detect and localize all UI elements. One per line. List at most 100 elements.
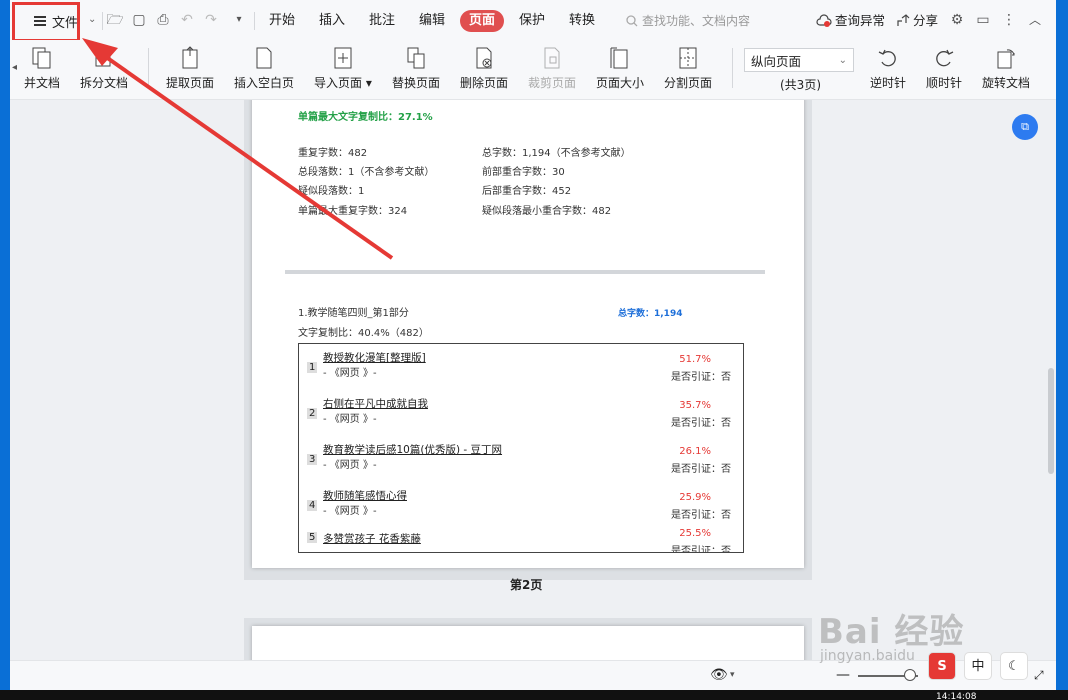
- feedback-icon[interactable]: ▭: [974, 11, 992, 29]
- divider: [148, 48, 149, 88]
- page-number-label: 第2页: [510, 578, 543, 592]
- more-vertical-icon[interactable]: ⋮: [1000, 11, 1018, 29]
- redo-icon[interactable]: ↷: [202, 11, 220, 29]
- scrollbar-thumb[interactable]: [1048, 368, 1054, 474]
- source-sub: - 《网页 》-: [323, 414, 377, 425]
- print-icon[interactable]: ⎙: [154, 11, 172, 29]
- source-sub: - 《网页 》-: [323, 368, 377, 379]
- floating-tool-button[interactable]: ⧉: [1012, 114, 1038, 140]
- back-overlap: 后部重合字数：452: [482, 186, 572, 197]
- page-size-label: 页面大小: [596, 76, 645, 90]
- split-document-button[interactable]: 拆分文档: [80, 44, 128, 91]
- moon-icon[interactable]: ☾: [1000, 652, 1028, 680]
- vertical-scrollbar[interactable]: [1046, 100, 1056, 660]
- orientation-value: 纵向页面: [751, 53, 802, 69]
- zoom-out-icon[interactable]: —: [836, 667, 850, 683]
- rotate-document-button[interactable]: 旋转文档: [982, 44, 1030, 91]
- rotate-document-icon: [993, 44, 1019, 72]
- source-title[interactable]: 教师随笔感悟心得: [323, 488, 407, 503]
- share-label: 分享: [913, 13, 939, 28]
- split-page-button[interactable]: 分割页面: [664, 44, 712, 91]
- open-folder-icon[interactable]: 🗁: [106, 11, 124, 29]
- ime-language-toggle[interactable]: 中: [964, 652, 992, 680]
- source-number: 3: [307, 454, 318, 465]
- min-overlap: 疑似段落最小重合字数：482: [482, 206, 612, 217]
- source-number: 5: [307, 532, 318, 543]
- undo-icon[interactable]: ↶: [178, 11, 196, 29]
- document-view[interactable]: 单篇最大文字复制比：27.1% 重复字数：482 总字数：1,194（不含参考文…: [10, 100, 1046, 660]
- insert-blank-page-button[interactable]: 插入空白页: [234, 44, 294, 91]
- zoom-slider-knob[interactable]: [904, 669, 916, 681]
- rotate-clockwise-button[interactable]: 顺时针: [926, 44, 962, 91]
- save-icon[interactable]: ▢: [130, 11, 148, 29]
- source-title[interactable]: 教授教化漫笔[整理版]: [323, 350, 426, 365]
- source-percent: 51.7%: [679, 354, 711, 365]
- source-cite: 是否引证：否: [671, 510, 731, 521]
- crop-page-label: 裁剪页面: [528, 76, 577, 90]
- source-row: 1 教授教化漫笔[整理版] - 《网页 》- 51.7% 是否引证：否: [299, 346, 743, 392]
- tab-start[interactable]: 开始: [260, 10, 304, 32]
- blank-page-icon: [251, 44, 277, 72]
- tab-edit[interactable]: 编辑: [410, 10, 454, 32]
- rotate-counterclockwise-button[interactable]: 逆时针: [870, 44, 906, 91]
- desktop-edge-right: [1056, 0, 1068, 690]
- check-anomaly-label: 查询异常: [835, 13, 886, 28]
- divider: [102, 12, 103, 30]
- max-dup-chars: 单篇最大重复字数：324: [298, 206, 408, 217]
- tab-protect[interactable]: 保护: [510, 10, 554, 32]
- page-count: (共3页): [780, 78, 821, 92]
- delete-page-label: 删除页面: [460, 76, 509, 90]
- ribbon-scroll-left-icon[interactable]: ◂: [12, 62, 17, 73]
- source-title[interactable]: 右侧在平凡中成就自我: [323, 396, 428, 411]
- taskbar-clock: 14:14:08: [936, 692, 977, 700]
- split-document-icon: [91, 44, 117, 72]
- crop-page-button[interactable]: 裁剪页面: [528, 44, 576, 91]
- eye-view-icon[interactable]: 👁: [710, 667, 728, 683]
- search-box[interactable]: 查找功能、文档内容: [626, 10, 750, 32]
- section-total: 总字数：1,194: [618, 309, 683, 319]
- replace-page-icon: [403, 44, 429, 72]
- check-anomaly-button[interactable]: 查询异常: [816, 10, 885, 32]
- source-percent: 26.1%: [679, 446, 711, 457]
- tab-convert[interactable]: 转换: [560, 10, 604, 32]
- import-page-button[interactable]: 导入页面 ▾: [314, 44, 372, 91]
- divider: [254, 12, 255, 30]
- insert-blank-page-label: 插入空白页: [234, 76, 295, 90]
- rotate-cw-label: 顺时针: [926, 76, 963, 90]
- tab-insert[interactable]: 插入: [310, 10, 354, 32]
- share-button[interactable]: 分享: [896, 10, 938, 32]
- page-orientation-select[interactable]: 纵向页面 ⌄: [744, 48, 854, 72]
- source-row: 5 多赞赏孩子 花香紫藤 25.5% 是否引证：否: [299, 524, 743, 552]
- watermark-logo: Bai 经验: [818, 612, 965, 652]
- replace-page-button[interactable]: 替换页面: [392, 44, 440, 91]
- section-title: 1.教学随笔四则_第1部分: [298, 308, 409, 319]
- divider: [732, 48, 733, 88]
- menu-bar: 文件 ⌄ 🗁 ▢ ⎙ ↶ ↷ ▾ 开始 插入 批注 编辑 页面 保护 转换 查找…: [10, 0, 1056, 40]
- collapse-ribbon-icon[interactable]: ︿: [1026, 11, 1044, 29]
- merge-document-button[interactable]: 并文档: [24, 44, 60, 91]
- delete-page-button[interactable]: 删除页面: [460, 44, 508, 91]
- source-title[interactable]: 多赞赏孩子 花香紫藤: [323, 531, 421, 546]
- search-icon: [626, 15, 638, 27]
- source-title[interactable]: 教育教学读后感10篇(优秀版) - 豆丁网: [323, 442, 502, 457]
- tab-page[interactable]: 页面: [460, 10, 505, 32]
- merge-document-icon: [29, 44, 55, 72]
- tab-comment[interactable]: 批注: [360, 10, 404, 32]
- ime-logo-icon[interactable]: S: [928, 652, 956, 680]
- import-page-label: 导入页面 ▾: [314, 76, 372, 90]
- max-copy-ratio: 单篇最大文字复制比：27.1%: [298, 112, 433, 123]
- source-row: 3 教育教学读后感10篇(优秀版) - 豆丁网 - 《网页 》- 26.1% 是…: [299, 438, 743, 484]
- source-cite: 是否引证：否: [671, 418, 731, 429]
- settings-gear-icon[interactable]: ⚙: [948, 11, 966, 29]
- customize-dropdown-icon[interactable]: ▾: [230, 11, 248, 29]
- crop-page-icon: [539, 44, 565, 72]
- section-ratio: 文字复制比：40.4%（482）: [298, 328, 429, 339]
- page-size-button[interactable]: 页面大小: [596, 44, 644, 91]
- page-2: 单篇最大文字复制比：27.1% 重复字数：482 总字数：1,194（不含参考文…: [252, 100, 804, 568]
- section-divider: [285, 270, 765, 274]
- source-table: 1 教授教化漫笔[整理版] - 《网页 》- 51.7% 是否引证：否 2 右侧…: [298, 343, 744, 553]
- chevron-down-icon[interactable]: ⌄: [88, 14, 96, 25]
- watermark-url: jingyan.baidu: [820, 648, 915, 664]
- extract-page-button[interactable]: 提取页面: [166, 44, 214, 91]
- chevron-down-icon[interactable]: ▾: [730, 670, 735, 680]
